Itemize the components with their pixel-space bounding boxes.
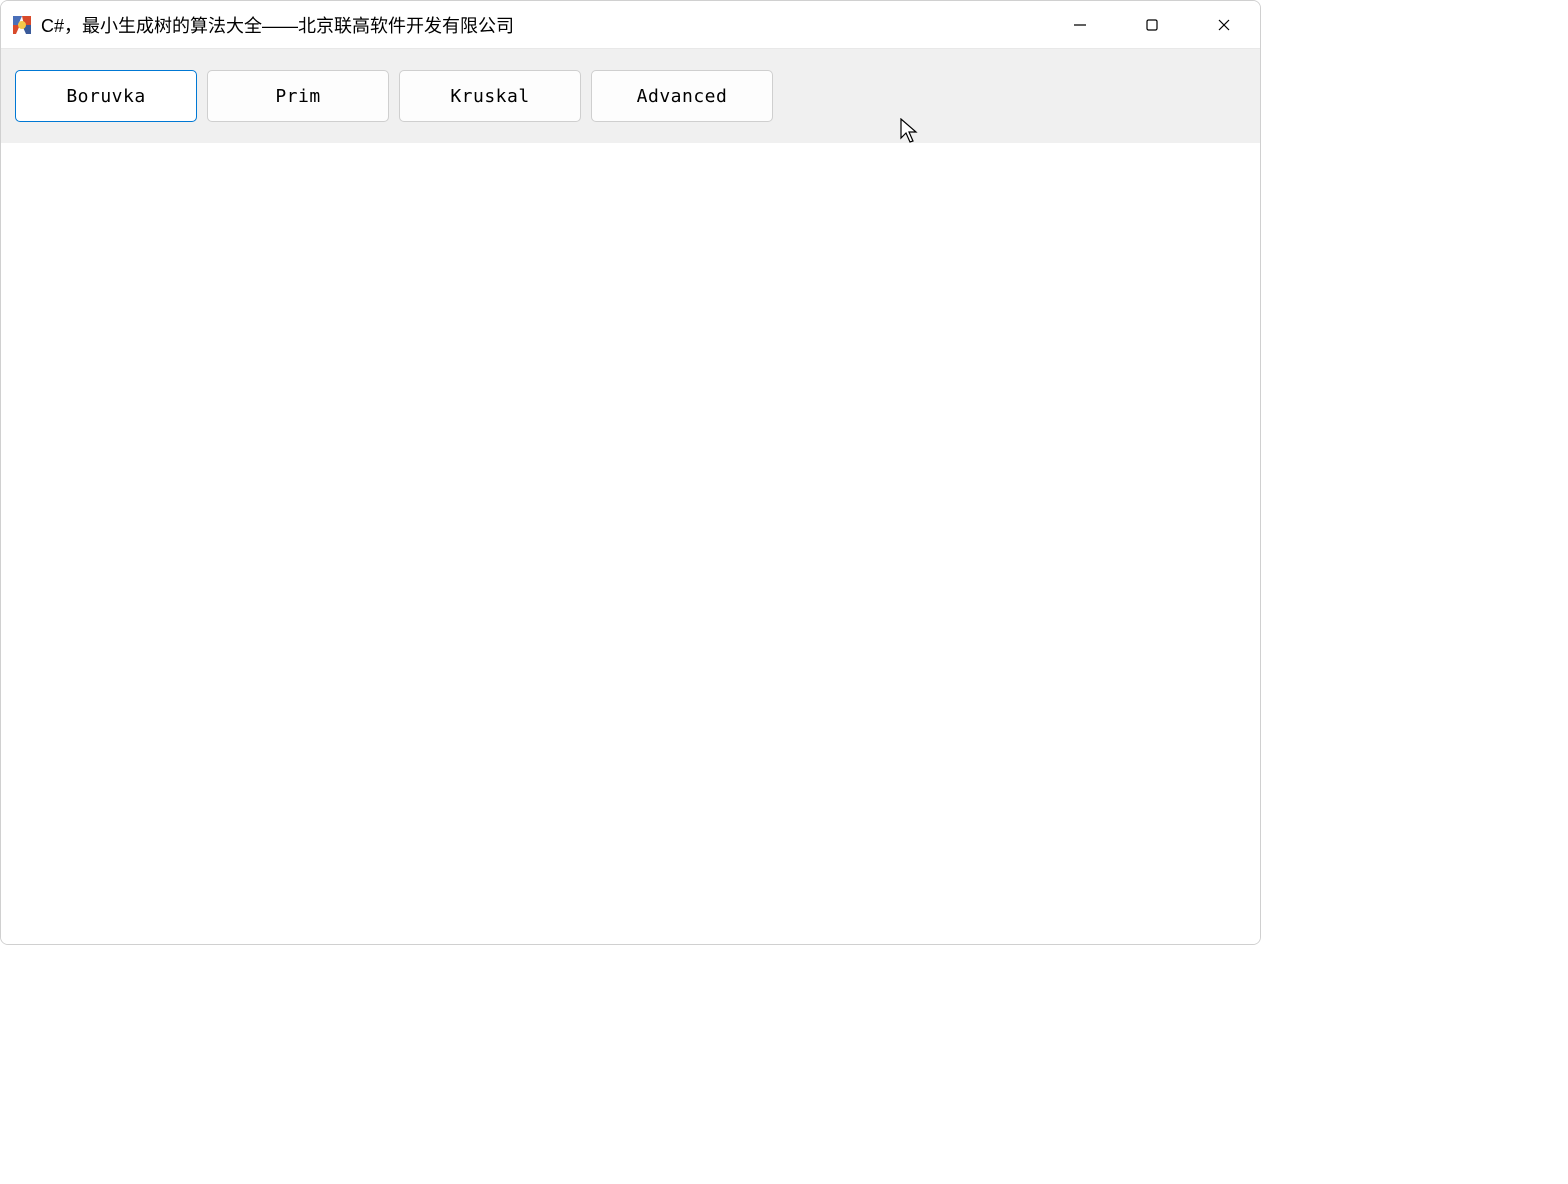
button-label: Advanced	[637, 86, 728, 107]
prim-button[interactable]: Prim	[207, 70, 389, 122]
kruskal-button[interactable]: Kruskal	[399, 70, 581, 122]
button-label: Boruvka	[66, 86, 145, 107]
boruvka-button[interactable]: Boruvka	[15, 70, 197, 122]
application-window: C#，最小生成树的算法大全——北京联高软件开发有限公司	[0, 0, 1261, 945]
button-label: Prim	[275, 86, 320, 107]
maximize-button[interactable]	[1116, 1, 1188, 48]
advanced-button[interactable]: Advanced	[591, 70, 773, 122]
minimize-button[interactable]	[1044, 1, 1116, 48]
app-icon	[11, 14, 33, 36]
titlebar[interactable]: C#，最小生成树的算法大全——北京联高软件开发有限公司	[1, 1, 1260, 49]
window-controls	[1044, 1, 1260, 48]
button-label: Kruskal	[450, 86, 529, 107]
content-area	[1, 143, 1260, 944]
close-button[interactable]	[1188, 1, 1260, 48]
toolbar: Boruvka Prim Kruskal Advanced	[1, 49, 1260, 143]
window-title: C#，最小生成树的算法大全——北京联高软件开发有限公司	[41, 12, 514, 38]
